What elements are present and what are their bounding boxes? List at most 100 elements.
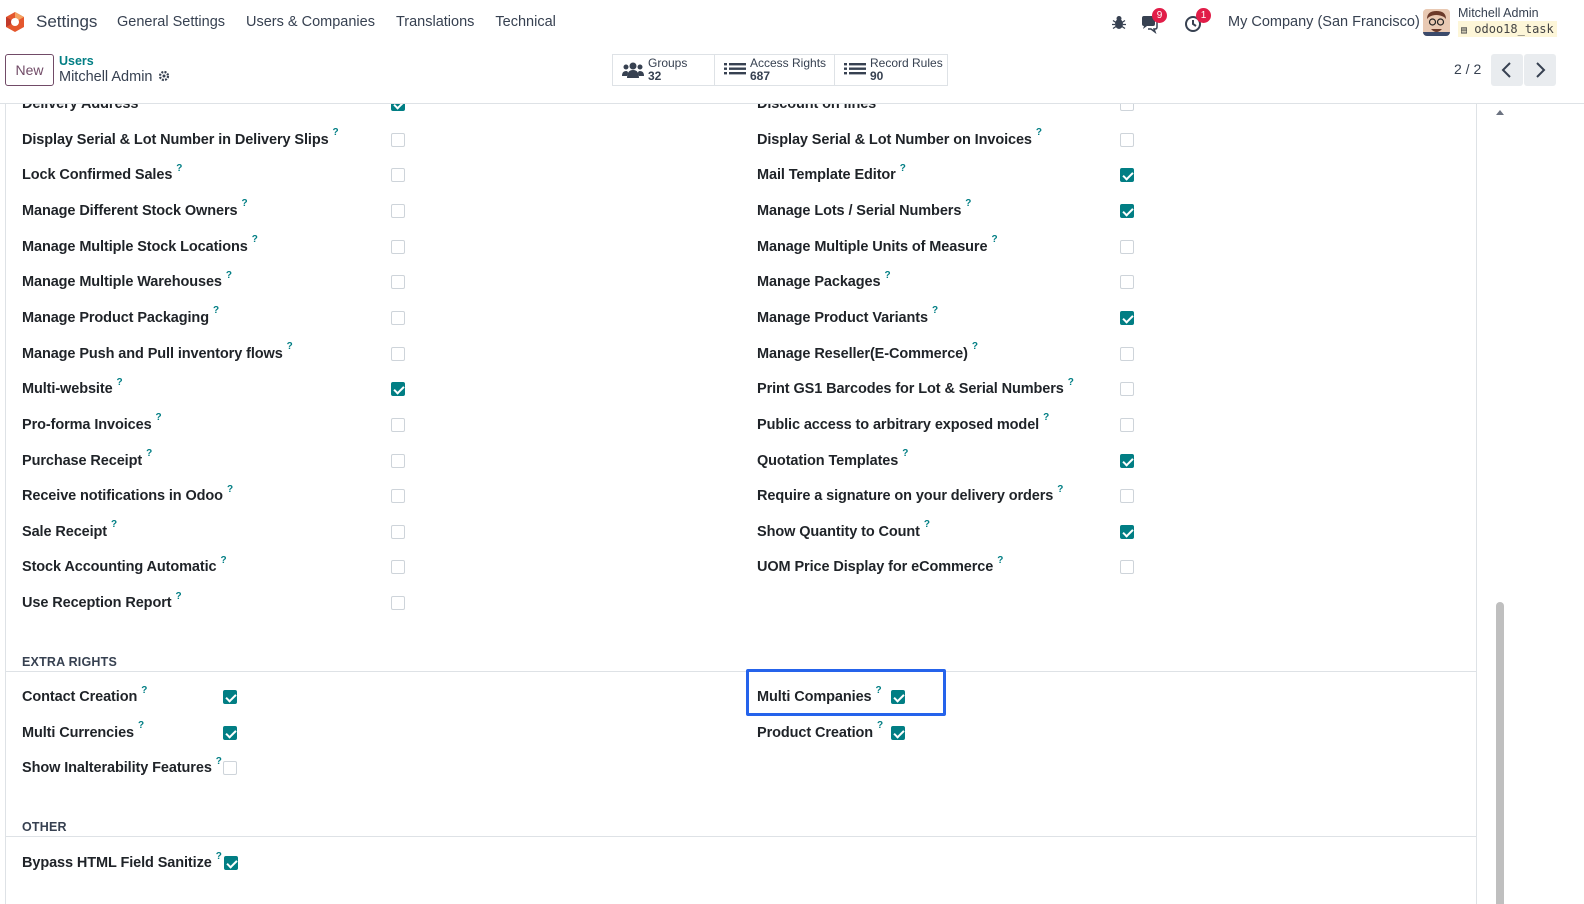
- help-tooltip-icon[interactable]: ?: [252, 234, 258, 245]
- help-tooltip-icon[interactable]: ?: [884, 270, 890, 281]
- field-checkbox[interactable]: [391, 560, 405, 575]
- pager-value[interactable]: 2 / 2: [1454, 61, 1481, 77]
- activities-button[interactable]: 1: [1184, 8, 1216, 36]
- field-label: Contact Creation: [22, 689, 138, 705]
- scrollbar-thumb[interactable]: [1496, 602, 1504, 904]
- field-checkbox[interactable]: [1120, 168, 1134, 183]
- field-checkbox[interactable]: [1120, 524, 1134, 539]
- field-checkbox[interactable]: [224, 856, 238, 870]
- help-tooltip-icon[interactable]: ?: [117, 377, 123, 388]
- help-tooltip-icon[interactable]: ?: [1057, 484, 1063, 495]
- field-checkbox[interactable]: [1120, 203, 1134, 218]
- field-checkbox[interactable]: [1120, 560, 1134, 575]
- odoo-logo-icon[interactable]: [4, 11, 26, 33]
- help-tooltip-icon[interactable]: ?: [991, 234, 997, 245]
- help-tooltip-icon[interactable]: ?: [932, 305, 938, 316]
- field-checkbox[interactable]: [223, 690, 237, 704]
- smart-button-groups[interactable]: Groups 32: [612, 54, 715, 86]
- help-tooltip-icon[interactable]: ?: [138, 720, 144, 731]
- field-label: Manage Product Variants: [757, 309, 928, 326]
- field-checkbox[interactable]: [391, 310, 405, 325]
- messages-button[interactable]: 9: [1140, 8, 1172, 36]
- field-checkbox[interactable]: [1120, 489, 1134, 504]
- app-name[interactable]: Settings: [36, 12, 97, 32]
- help-tooltip-icon[interactable]: ?: [216, 756, 222, 767]
- gear-icon[interactable]: [158, 70, 170, 82]
- field-checkbox[interactable]: [223, 725, 237, 740]
- field-label: Manage Packages: [757, 274, 881, 291]
- field-row: Public access to arbitrary exposed model…: [757, 412, 1049, 435]
- help-tooltip-icon[interactable]: ?: [924, 519, 930, 530]
- help-tooltip-icon[interactable]: ?: [226, 270, 232, 281]
- field-checkbox[interactable]: [391, 489, 405, 504]
- field-checkbox[interactable]: [391, 382, 405, 397]
- help-tooltip-icon[interactable]: ?: [221, 555, 227, 566]
- field-label: Delivery Address: [22, 104, 139, 112]
- field-checkbox[interactable]: [1120, 346, 1134, 361]
- smart-button-record-rules[interactable]: Record Rules 90: [834, 54, 948, 86]
- help-tooltip-icon[interactable]: ?: [900, 163, 906, 174]
- help-tooltip-icon[interactable]: ?: [287, 341, 293, 352]
- field-label: UOM Price Display for eCommerce: [757, 559, 994, 576]
- field-checkbox[interactable]: [1120, 453, 1134, 468]
- help-tooltip-icon[interactable]: ?: [1036, 127, 1042, 138]
- field-checkbox[interactable]: [1120, 239, 1134, 254]
- breadcrumb-parent-users[interactable]: Users: [59, 54, 94, 68]
- help-tooltip-icon[interactable]: ?: [902, 448, 908, 459]
- help-tooltip-icon[interactable]: ?: [241, 198, 247, 209]
- field-checkbox[interactable]: [1120, 417, 1134, 432]
- help-tooltip-icon[interactable]: ?: [1043, 412, 1049, 423]
- user-name[interactable]: Mitchell Admin: [1458, 6, 1539, 20]
- menu-users-companies[interactable]: Users & Companies: [246, 14, 375, 30]
- field-checkbox[interactable]: [391, 104, 405, 111]
- field-checkbox[interactable]: [1120, 310, 1134, 325]
- pager-previous-button[interactable]: [1491, 54, 1523, 86]
- help-tooltip-icon[interactable]: ?: [176, 163, 182, 174]
- menu-translations[interactable]: Translations: [396, 14, 474, 30]
- user-avatar[interactable]: [1423, 9, 1450, 36]
- help-tooltip-icon[interactable]: ?: [216, 851, 222, 862]
- smart-button-access-rights[interactable]: Access Rights 687: [714, 54, 835, 86]
- field-checkbox[interactable]: [391, 239, 405, 254]
- help-tooltip-icon[interactable]: ?: [877, 720, 883, 731]
- help-tooltip-icon[interactable]: ?: [175, 591, 181, 602]
- help-tooltip-icon[interactable]: ?: [227, 484, 233, 495]
- company-switcher[interactable]: My Company (San Francisco): [1228, 14, 1420, 30]
- field-checkbox[interactable]: [1120, 104, 1134, 111]
- field-checkbox[interactable]: [391, 203, 405, 218]
- help-tooltip-icon[interactable]: ?: [333, 127, 339, 138]
- help-tooltip-icon[interactable]: ?: [146, 448, 152, 459]
- field-checkbox[interactable]: [1120, 275, 1134, 290]
- field-row: Lock Confirmed Sales?: [22, 163, 182, 185]
- field-checkbox[interactable]: [391, 596, 405, 611]
- menu-technical[interactable]: Technical: [495, 14, 555, 30]
- help-tooltip-icon[interactable]: ?: [156, 412, 162, 423]
- field-checkbox[interactable]: [391, 168, 405, 183]
- pager-next-button[interactable]: [1524, 54, 1556, 86]
- field-checkbox[interactable]: [391, 524, 405, 539]
- help-tooltip-icon[interactable]: ?: [965, 198, 971, 209]
- field-checkbox[interactable]: [391, 132, 405, 147]
- field-checkbox[interactable]: [391, 275, 405, 290]
- field-checkbox[interactable]: [391, 453, 405, 468]
- scroll-up-arrow-icon[interactable]: [1496, 110, 1504, 115]
- debug-bug-icon[interactable]: [1111, 14, 1127, 31]
- field-row: Manage Multiple Warehouses?: [22, 270, 232, 292]
- menu-general-settings[interactable]: General Settings: [117, 14, 225, 30]
- field-label: Display Serial & Lot Number in Delivery …: [22, 131, 329, 148]
- field-checkbox[interactable]: [391, 346, 405, 361]
- help-tooltip-icon[interactable]: ?: [1068, 377, 1074, 388]
- field-label: Discount on lines: [757, 104, 877, 112]
- help-tooltip-icon[interactable]: ?: [213, 305, 219, 316]
- field-checkbox[interactable]: [391, 417, 405, 432]
- field-checkbox[interactable]: [1120, 382, 1134, 397]
- help-tooltip-icon[interactable]: ?: [111, 519, 117, 530]
- section-divider: [6, 671, 1476, 672]
- field-checkbox[interactable]: [223, 761, 237, 775]
- new-button[interactable]: New: [5, 54, 54, 86]
- field-checkbox[interactable]: [891, 725, 905, 740]
- help-tooltip-icon[interactable]: ?: [141, 685, 147, 696]
- help-tooltip-icon[interactable]: ?: [972, 341, 978, 352]
- help-tooltip-icon[interactable]: ?: [997, 555, 1003, 566]
- field-checkbox[interactable]: [1120, 132, 1134, 147]
